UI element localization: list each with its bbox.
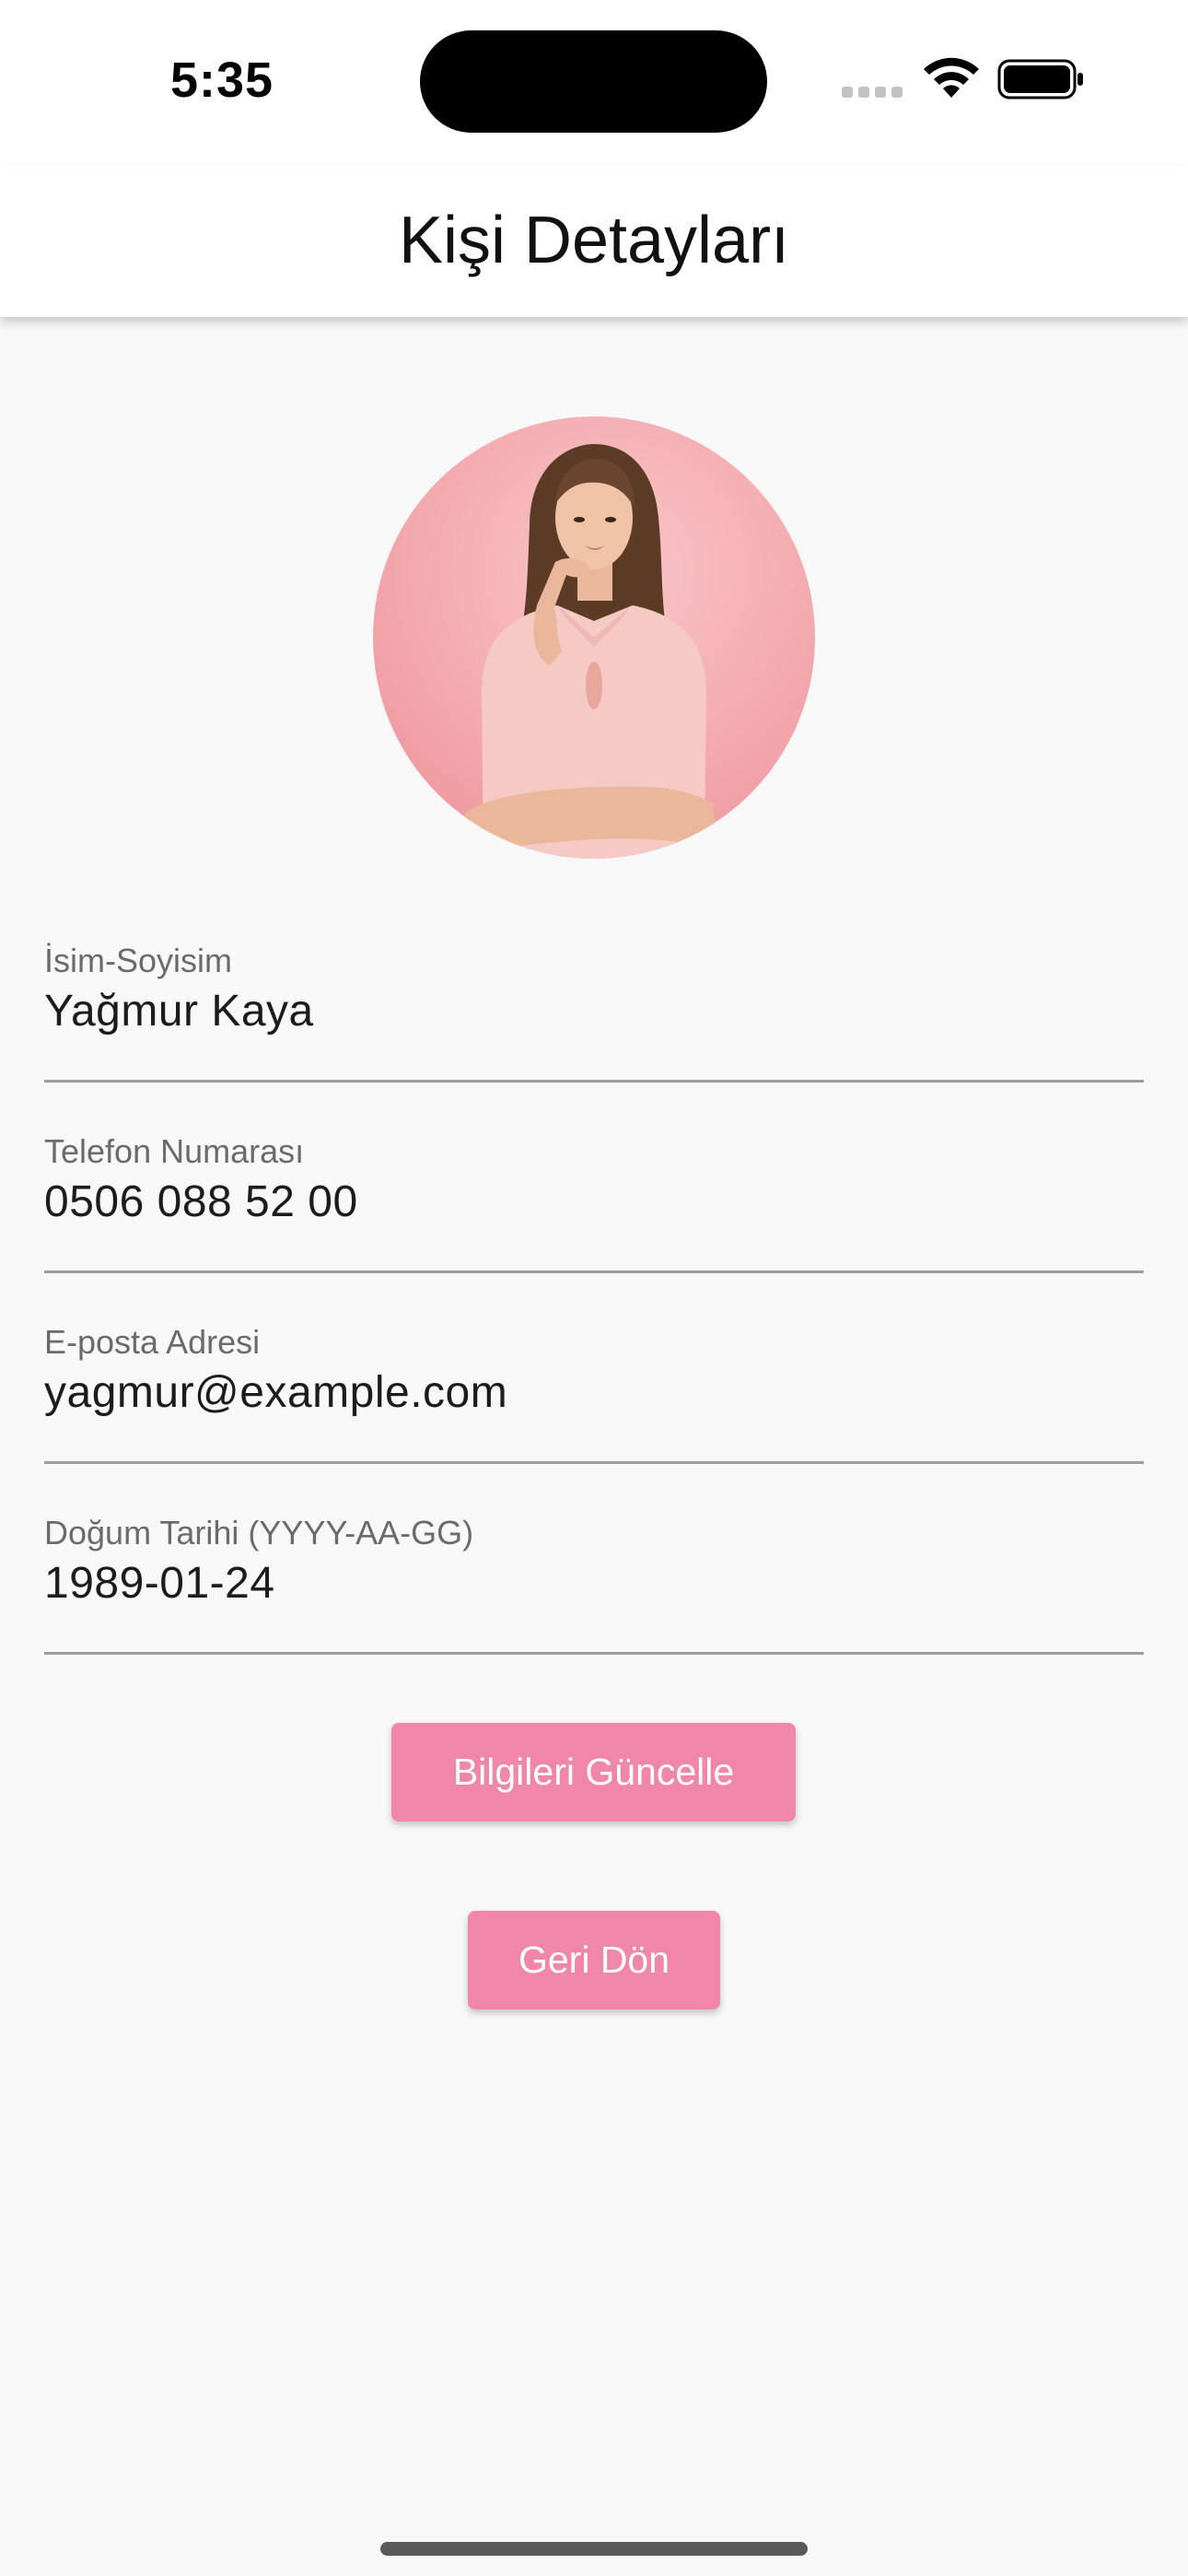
name-field-value[interactable]: Yağmur Kaya [44,986,314,1036]
birthdate-field-value[interactable]: 1989-01-24 [44,1558,275,1609]
phone-field-label: Telefon Numarası [44,1132,305,1170]
birthdate-field-label: Doğum Tarihi (YYYY-AA-GG) [44,1514,474,1551]
home-indicator[interactable] [380,2542,808,2556]
app-bar: Kişi Detayları [0,166,1188,317]
page-title: Kişi Detayları [398,204,790,277]
status-bar: 5:35 [0,0,1188,166]
wifi-icon [921,55,982,101]
phone-field-value[interactable]: 0506 088 52 00 [44,1177,358,1227]
update-info-button[interactable]: Bilgileri Güncelle [391,1723,796,1821]
battery-icon [997,59,1085,100]
signal-icon [842,87,904,98]
status-time: 5:35 [170,53,274,108]
back-button[interactable]: Geri Dön [468,1911,720,2009]
name-field[interactable]: İsim-Soyisim Yağmur Kaya [44,942,1144,1083]
birthdate-field[interactable]: Doğum Tarihi (YYYY-AA-GG) 1989-01-24 [44,1514,1144,1655]
email-field-label: E-posta Adresi [44,1323,261,1361]
avatar [373,416,815,859]
name-field-label: İsim-Soyisim [44,942,232,979]
email-field-value[interactable]: yagmur@example.com [44,1367,507,1418]
email-field[interactable]: E-posta Adresi yagmur@example.com [44,1323,1144,1464]
phone-field[interactable]: Telefon Numarası 0506 088 52 00 [44,1132,1144,1273]
dynamic-island [420,30,767,133]
